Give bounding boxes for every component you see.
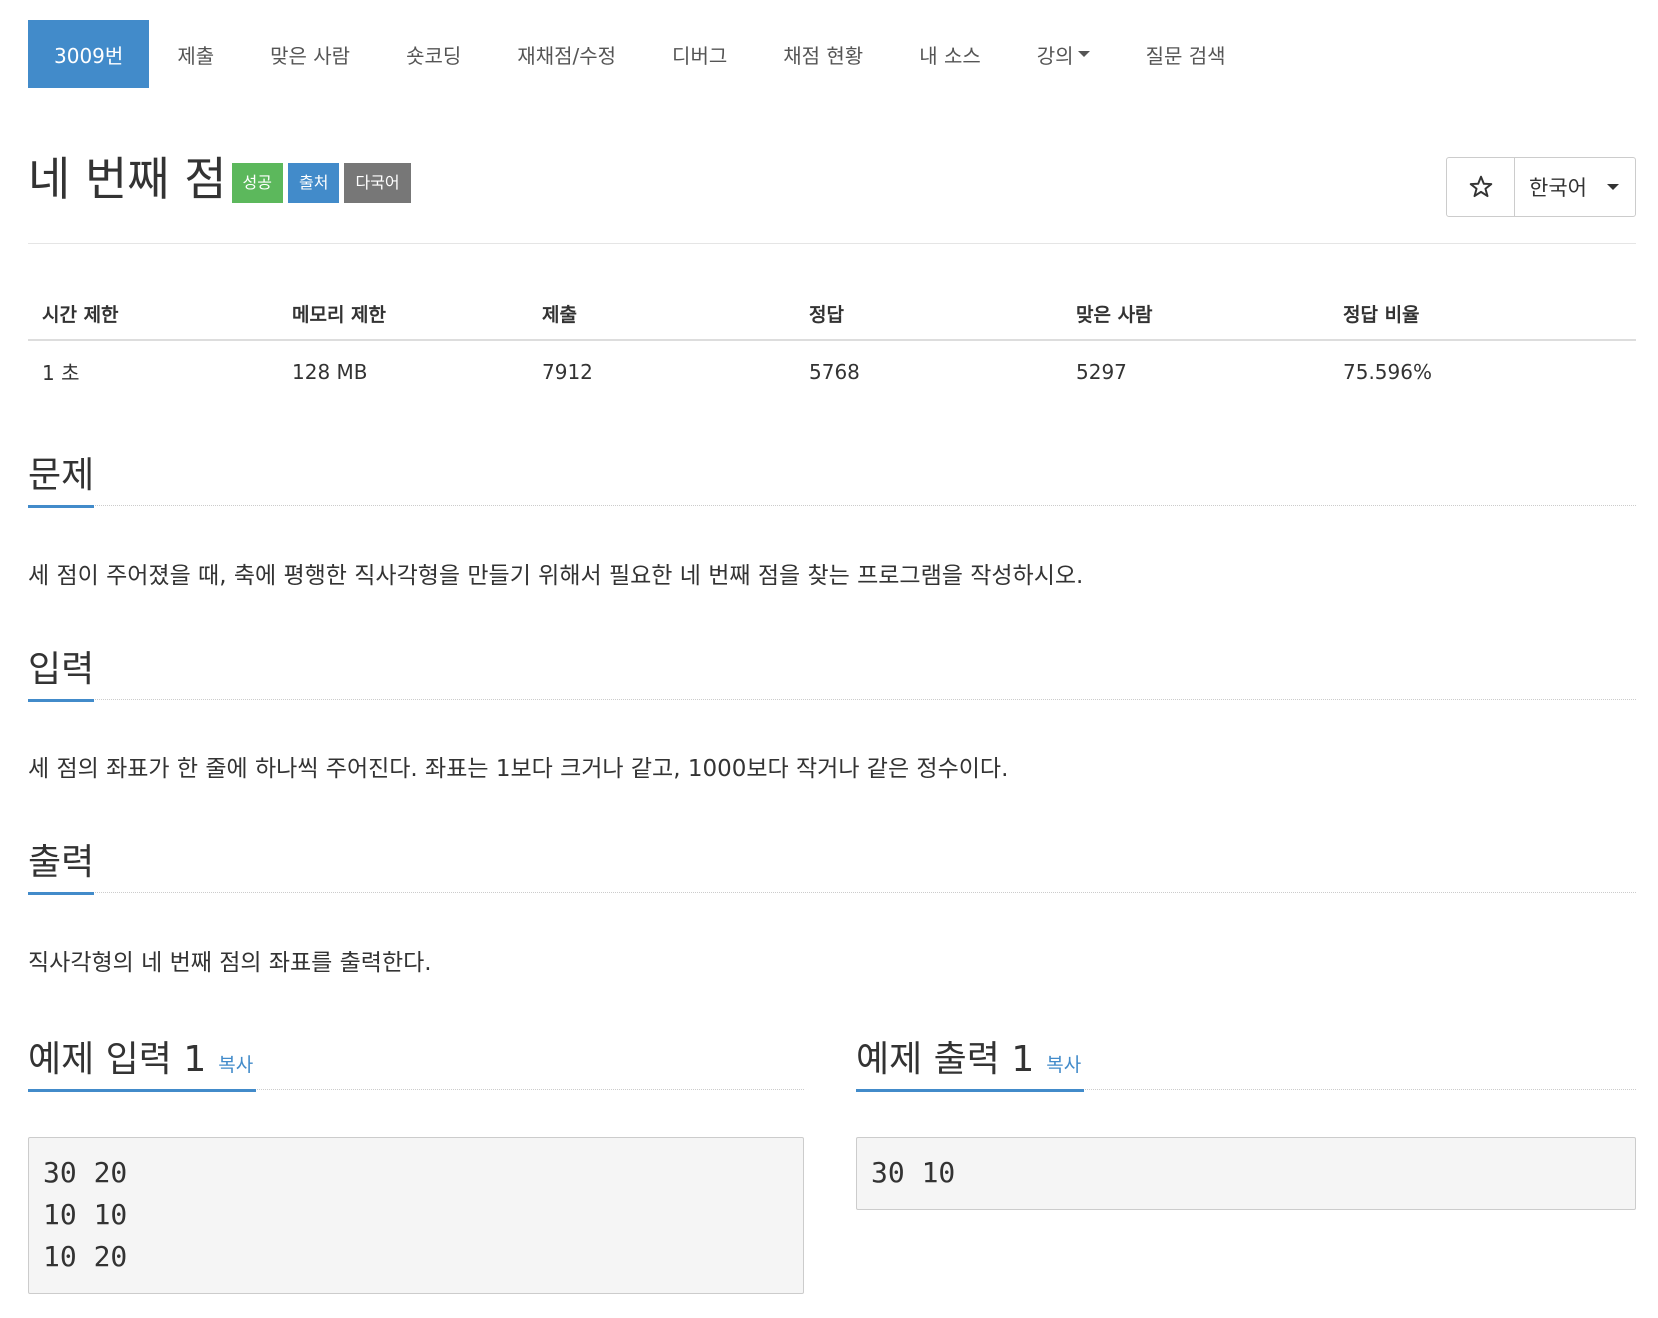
nav-tab-rejudge[interactable]: 재채점/수정 — [489, 20, 644, 88]
sample-output-heading: 예제 출력 1 복사 — [856, 1030, 1081, 1095]
stats-header-memory: 메모리 제한 — [278, 288, 528, 341]
stats-header-ratio: 정답 비율 — [1329, 288, 1636, 341]
stats-solvers: 5297 — [1076, 359, 1127, 384]
caret-down-icon — [1607, 184, 1619, 190]
problem-description: 세 점이 주어졌을 때, 축에 평행한 직사각형을 만들기 위해서 필요한 네 … — [28, 563, 1084, 589]
section-divider — [28, 505, 1636, 506]
stats-header-correct: 정답 — [795, 288, 1062, 341]
stats-time-limit: 1 초 — [42, 361, 80, 385]
section-input-header: 입력 — [28, 640, 1636, 702]
stats-memory-limit: 128 MB — [292, 359, 368, 384]
sample-input-box[interactable]: 30 20 10 10 10 20 — [28, 1137, 804, 1294]
sample-input-header: 예제 입력 1 복사 — [28, 1030, 804, 1092]
problem-nav: 3009번 제출 맞은 사람 숏코딩 재채점/수정 디버그 채점 현황 내 소스… — [28, 20, 1254, 88]
section-problem: 문제 세 점이 주어졌을 때, 축에 평행한 직사각형을 만들기 위해서 필요한… — [28, 446, 1636, 590]
section-output: 출력 직사각형의 네 번째 점의 좌표를 출력한다. — [28, 833, 1636, 977]
nav-tab-debug[interactable]: 디버그 — [644, 20, 755, 88]
section-problem-heading: 문제 — [28, 455, 95, 496]
title-row: 네 번째 점 성공 출처 다국어 — [28, 152, 411, 207]
language-dropdown[interactable]: 한국어 — [1515, 158, 1635, 216]
stats-header-row: 시간 제한 메모리 제한 제출 정답 맞은 사람 정답 비율 — [28, 288, 1636, 341]
nav-tab-my-source[interactable]: 내 소스 — [891, 20, 1009, 88]
sample-output-header: 예제 출력 1 복사 — [856, 1030, 1636, 1092]
section-underline — [28, 892, 94, 895]
stats-header-time: 시간 제한 — [28, 288, 278, 341]
caret-down-icon — [1077, 51, 1090, 57]
star-outline-icon — [1469, 175, 1492, 198]
favorite-button[interactable] — [1447, 158, 1516, 216]
section-output-heading: 출력 — [28, 842, 95, 883]
nav-tab-status[interactable]: 채점 현황 — [755, 20, 891, 88]
section-output-header: 출력 — [28, 833, 1636, 895]
badge-success: 성공 — [231, 163, 283, 204]
section-divider — [28, 892, 1636, 893]
stats-ratio: 75.596% — [1343, 359, 1432, 384]
copy-sample-input-button[interactable]: 복사 — [218, 1054, 253, 1076]
section-underline — [28, 1089, 256, 1092]
nav-tab-lecture-label: 강의 — [1036, 43, 1074, 68]
nav-tab-accepted[interactable]: 맞은 사람 — [242, 20, 378, 88]
section-underline — [28, 699, 94, 702]
stats-header-submissions: 제출 — [528, 288, 795, 341]
stats-header-solvers: 맞은 사람 — [1062, 288, 1329, 341]
section-underline — [856, 1089, 1084, 1092]
sample-input-heading: 예제 입력 1 복사 — [28, 1030, 253, 1095]
badge-source[interactable]: 출처 — [287, 163, 340, 204]
section-divider — [28, 699, 1636, 700]
copy-sample-output-button[interactable]: 복사 — [1046, 1054, 1081, 1076]
nav-tab-question-search[interactable]: 질문 검색 — [1118, 20, 1254, 88]
nav-tab-lecture[interactable]: 강의 — [1009, 20, 1118, 88]
sample-output-box[interactable]: 30 10 — [856, 1137, 1636, 1210]
title-divider — [28, 243, 1636, 244]
language-label: 한국어 — [1529, 176, 1587, 200]
sample-output-title: 예제 출력 1 — [856, 1039, 1035, 1080]
section-problem-header: 문제 — [28, 446, 1636, 508]
problem-stats-table: 시간 제한 메모리 제한 제출 정답 맞은 사람 정답 비율 1 초 128 M… — [28, 288, 1636, 402]
output-description: 직사각형의 네 번째 점의 좌표를 출력한다. — [28, 950, 432, 976]
nav-tab-short-coding[interactable]: 숏코딩 — [378, 20, 489, 88]
stats-value-row: 1 초 128 MB 7912 5768 5297 75.596% — [28, 340, 1636, 402]
nav-tab-submit[interactable]: 제출 — [149, 20, 242, 88]
problem-title: 네 번째 점 — [28, 152, 227, 206]
title-actions: 한국어 — [1446, 157, 1636, 217]
section-sample-input: 예제 입력 1 복사 — [28, 1030, 804, 1092]
stats-submissions: 7912 — [542, 359, 593, 384]
section-input-heading: 입력 — [28, 649, 95, 690]
badge-multilingual: 다국어 — [344, 163, 411, 204]
nav-tab-problem[interactable]: 3009번 — [28, 20, 150, 88]
section-underline — [28, 505, 94, 508]
sample-input-title: 예제 입력 1 — [28, 1039, 207, 1080]
section-sample-output: 예제 출력 1 복사 — [856, 1030, 1636, 1092]
stats-correct: 5768 — [809, 359, 860, 384]
input-description: 세 점의 좌표가 한 줄에 하나씩 주어진다. 좌표는 1보다 크거나 같고, … — [28, 756, 1009, 782]
section-input: 입력 세 점의 좌표가 한 줄에 하나씩 주어진다. 좌표는 1보다 크거나 같… — [28, 640, 1636, 783]
